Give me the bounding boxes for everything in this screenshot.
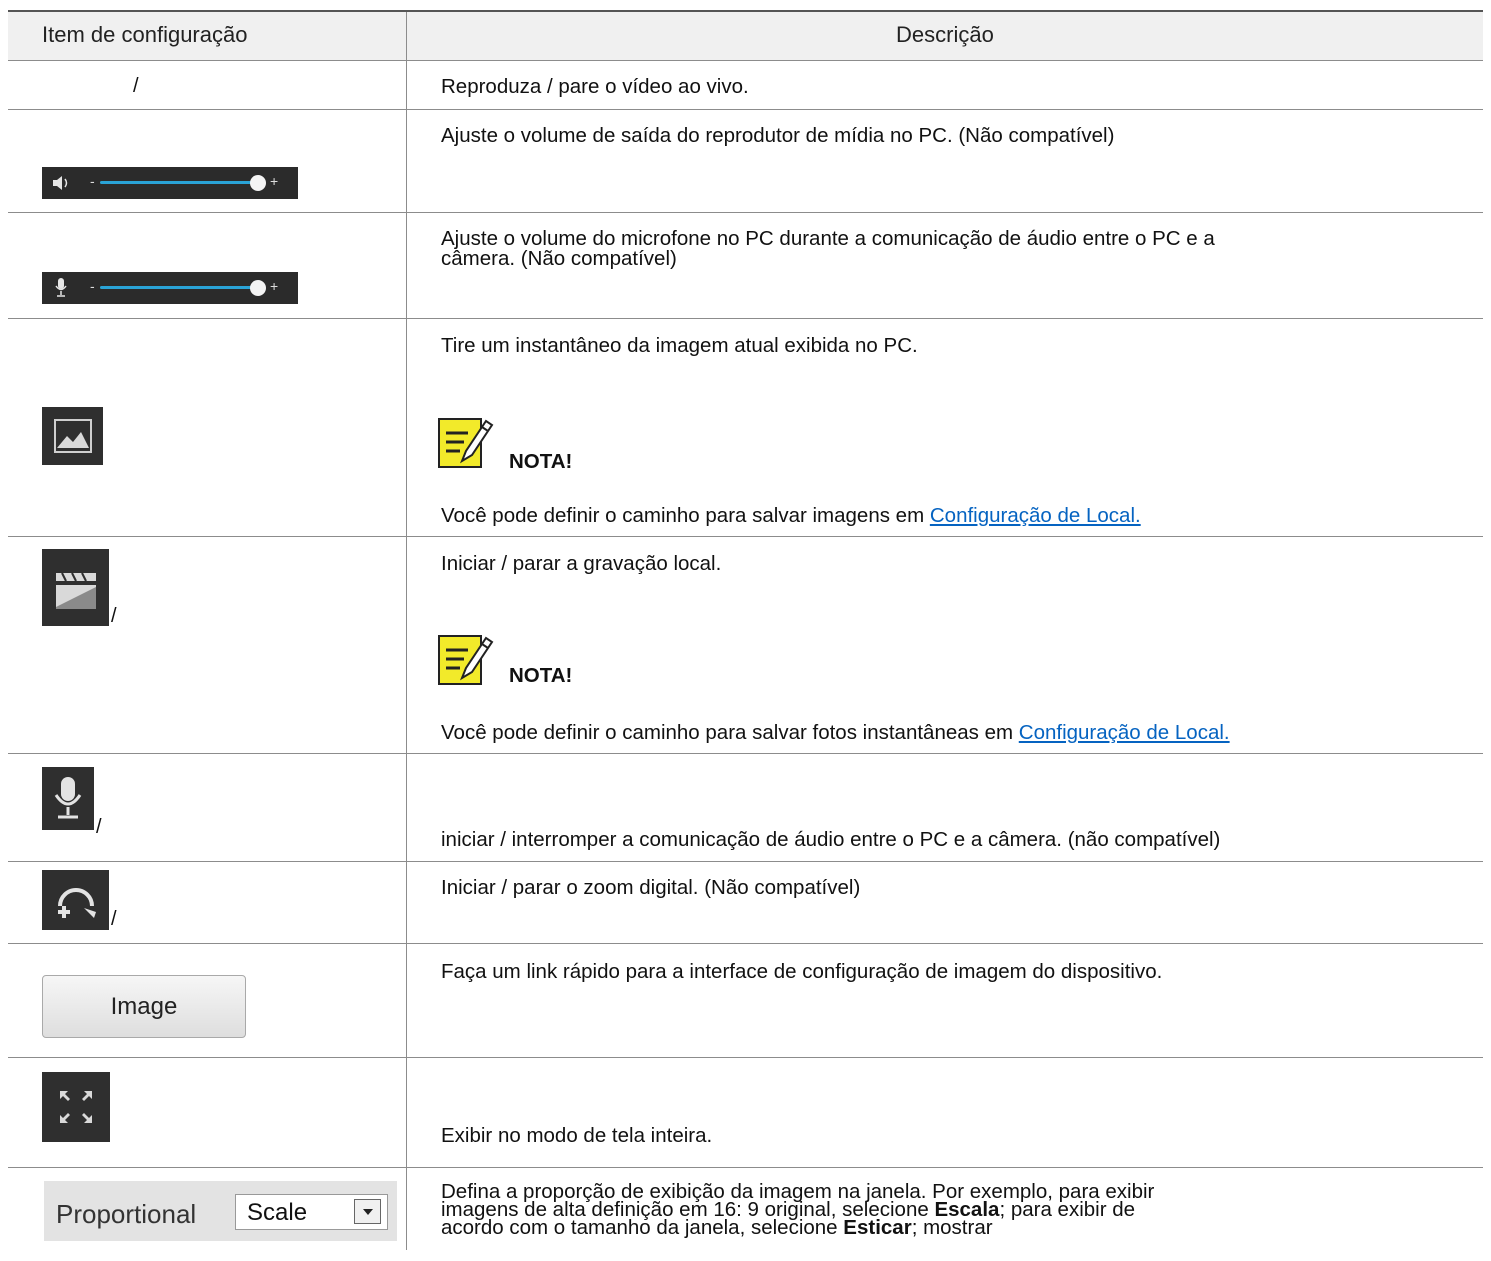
row-divider	[8, 943, 1483, 944]
clapperboard-icon	[55, 572, 96, 609]
row-description: Ajuste o volume de saída do reprodutor d…	[441, 124, 1115, 147]
desc-text: ; para exibir de	[999, 1198, 1136, 1221]
speaker-volume-slider-icon[interactable]: - +	[42, 167, 298, 199]
record-icon[interactable]	[42, 549, 109, 626]
slider-track[interactable]	[100, 286, 260, 289]
row-description-line2: câmera. (Não compatível)	[441, 247, 677, 270]
microphone-icon[interactable]	[42, 767, 94, 830]
header-item: Item de configuração	[42, 22, 248, 47]
note-text-body: Você pode definir o caminho para salvar …	[441, 721, 1019, 744]
plus-icon: +	[270, 173, 279, 189]
row-description: iniciar / interromper a comunicação de á…	[441, 828, 1221, 851]
image-icon	[53, 419, 92, 453]
note-text-body: Você pode definir o caminho para salvar …	[441, 504, 930, 527]
header-description: Descrição	[896, 22, 994, 47]
plus-icon: +	[270, 278, 279, 294]
note-label: NOTA!	[509, 664, 573, 687]
row-divider	[8, 1167, 1483, 1168]
zoom-glyph	[57, 888, 96, 918]
slider-track[interactable]	[100, 181, 260, 184]
speaker-icon	[53, 176, 68, 190]
row-description: Exibir no modo de tela inteira.	[441, 1124, 713, 1147]
configuration-table: Item de configuração Descrição / Reprodu…	[0, 0, 1491, 1261]
column-divider	[406, 12, 407, 1250]
row-divider	[8, 753, 1483, 754]
local-config-link[interactable]: Configuração de Local.	[930, 504, 1141, 527]
item-slash: /	[133, 75, 139, 97]
local-config-link[interactable]: Configuração de Local.	[1019, 721, 1230, 744]
row-divider	[8, 60, 1483, 61]
note-text: Você pode definir o caminho para salvar …	[441, 722, 1230, 744]
row-divider	[8, 861, 1483, 862]
row-divider	[8, 212, 1483, 213]
note-icon	[438, 418, 494, 468]
digital-zoom-icon[interactable]	[42, 870, 109, 930]
row-description: Iniciar / parar o zoom digital. (Não com…	[441, 876, 861, 899]
desc-bold-esticar: Esticar	[843, 1216, 912, 1239]
desc-text: ; mostrar	[911, 1216, 993, 1239]
scale-select-value[interactable]: Scale	[247, 1199, 307, 1227]
microphone-glyph	[54, 776, 82, 818]
row-description: Reproduza / pare o vídeo ao vivo.	[441, 75, 749, 98]
table-top-border	[8, 10, 1483, 12]
slider-knob[interactable]	[250, 175, 266, 191]
item-slash: /	[111, 908, 117, 930]
item-slash: /	[96, 816, 102, 838]
row-divider	[8, 1057, 1483, 1058]
expand-arrows-glyph	[60, 1091, 92, 1123]
desc-text: acordo com o tamanho da janela, selecion…	[441, 1216, 844, 1239]
microphone-small-icon	[55, 278, 67, 297]
proportional-label: Proportional	[56, 1199, 197, 1229]
row-divider	[8, 109, 1483, 110]
fullscreen-icon[interactable]	[42, 1072, 110, 1142]
note-icon	[438, 635, 494, 685]
note-text: Você pode definir o caminho para salvar …	[441, 505, 1141, 527]
minus-icon: -	[90, 278, 95, 294]
chevron-down-icon[interactable]	[354, 1199, 381, 1224]
row-divider	[8, 318, 1483, 319]
snapshot-icon[interactable]	[42, 407, 103, 465]
image-button[interactable]: Image	[42, 975, 246, 1038]
row-divider	[8, 536, 1483, 537]
row-description: Tire um instantâneo da imagem atual exib…	[441, 334, 918, 357]
slider-knob[interactable]	[250, 280, 266, 296]
microphone-volume-slider-icon[interactable]: - +	[42, 272, 298, 304]
row-description: Iniciar / parar a gravação local.	[441, 552, 722, 575]
row-description: Faça um link rápido para a interface de …	[441, 960, 1163, 983]
minus-icon: -	[90, 173, 95, 189]
row-description-line3: acordo com o tamanho da janela, selecion…	[441, 1217, 993, 1239]
item-slash: /	[111, 605, 117, 627]
note-label: NOTA!	[509, 450, 573, 473]
